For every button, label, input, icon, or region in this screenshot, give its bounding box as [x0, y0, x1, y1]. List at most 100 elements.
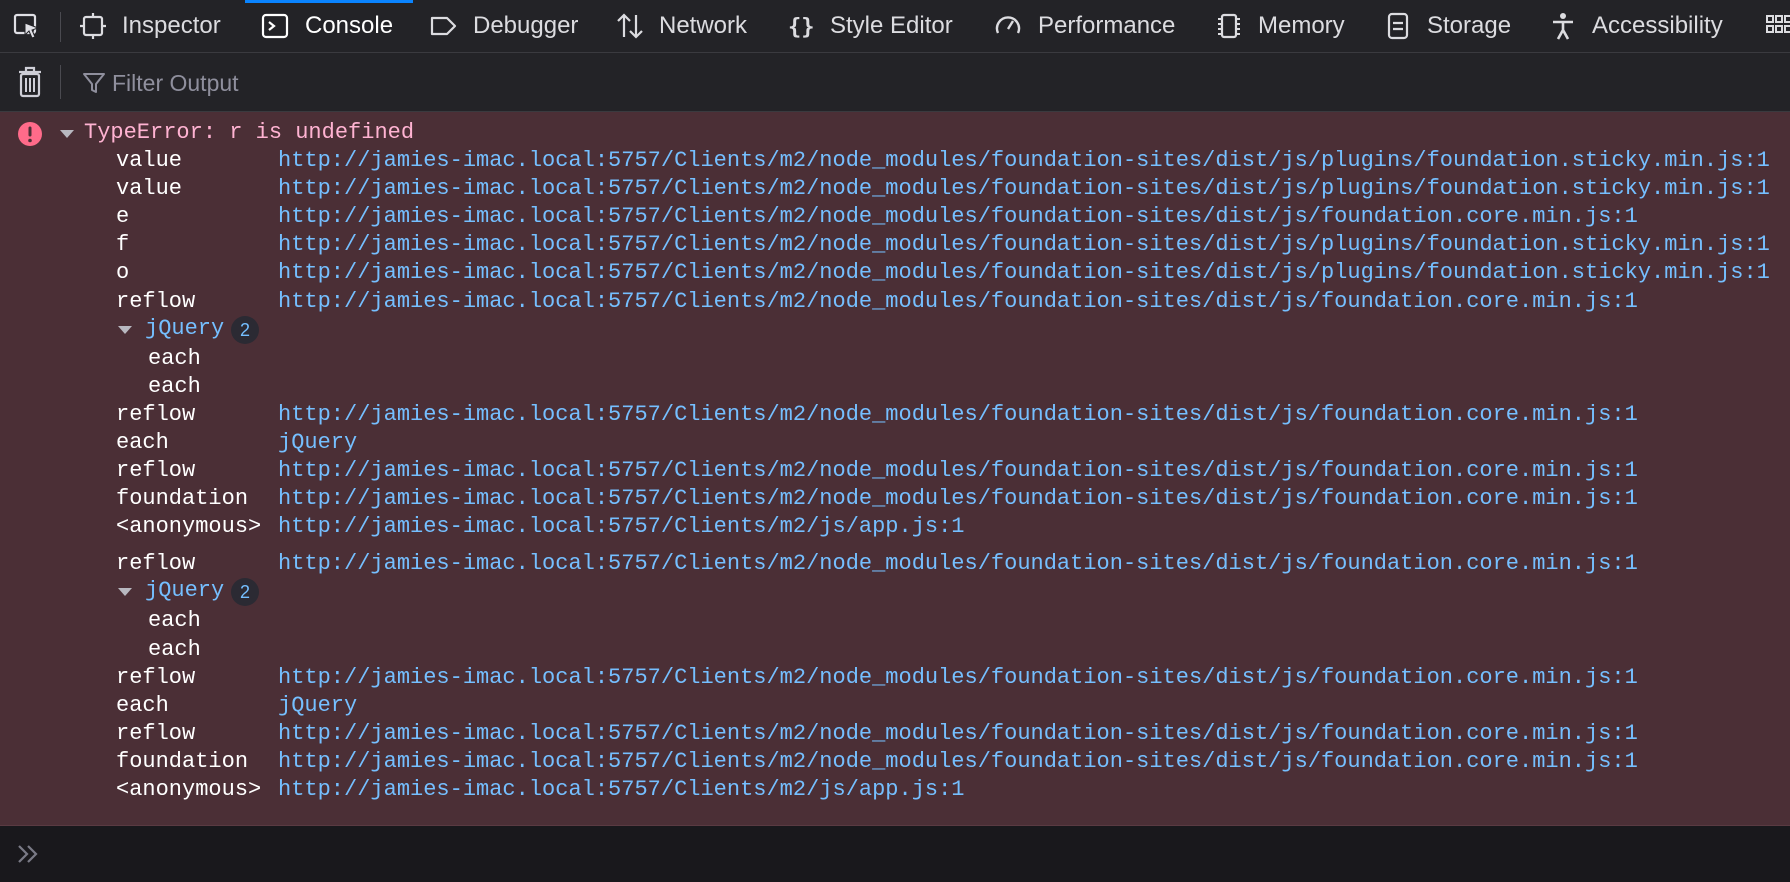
error-expand-toggle[interactable] — [60, 130, 74, 138]
more-tools-button[interactable] — [1760, 0, 1790, 52]
filter-output-input[interactable]: Filter Output — [80, 63, 680, 101]
debugger-icon — [428, 11, 458, 41]
frame-source-link[interactable]: http://jamies-imac.local:5757/Clients/m2… — [278, 749, 1638, 774]
stack-frame: each jQuery — [0, 693, 1790, 721]
frame-source-link[interactable]: http://jamies-imac.local:5757/Clients/m2… — [278, 551, 1638, 576]
accessibility-icon — [1548, 11, 1578, 41]
tab-label: Style Editor — [830, 12, 953, 39]
frame-function-name: reflow — [116, 664, 196, 690]
jquery-group-header[interactable]: jQuery 2 — [0, 315, 400, 344]
frame-source-link[interactable]: http://jamies-imac.local:5757/Clients/m2… — [278, 402, 1638, 427]
frame-function-name: reflow — [116, 401, 196, 427]
filter-separator — [60, 65, 61, 99]
console-input[interactable] — [0, 826, 1790, 882]
inspector-icon — [78, 11, 108, 41]
frame-source-link[interactable]: http://jamies-imac.local:5757/Clients/m2… — [278, 289, 1638, 314]
frame-source-link[interactable]: http://jamies-imac.local:5757/Clients/m2… — [278, 721, 1638, 746]
frame-source-link[interactable]: http://jamies-imac.local:5757/Clients/m2… — [278, 777, 965, 802]
group-frame: each — [0, 374, 400, 402]
tab-label: Performance — [1038, 12, 1176, 39]
frame-source-link[interactable]: http://jamies-imac.local:5757/Clients/m2… — [278, 148, 1770, 173]
error-icon — [17, 121, 43, 147]
tab-performance[interactable]: Performance — [993, 0, 1193, 52]
error-message: TypeError: r is undefined — [84, 120, 415, 145]
memory-chip-icon — [1214, 11, 1244, 41]
stack-frame: reflow http://jamies-imac.local:5757/Clie… — [0, 458, 1790, 486]
frame-function-name: value — [116, 176, 183, 202]
stack-frame: value http://jamies-imac.local:5757/Clien… — [0, 176, 1790, 204]
stack-frame: reflow http://jamies-imac.local:5757/Clie… — [0, 721, 1790, 749]
filter-placeholder: Filter Output — [112, 70, 239, 96]
frame-source-link[interactable]: http://jamies-imac.local:5757/Clients/m2… — [278, 260, 1770, 285]
tab-label: Console — [305, 12, 394, 39]
stack-frame: o http://jamies-imac.local:5757/Clients/m… — [0, 260, 1790, 288]
frame-source-link[interactable]: http://jamies-imac.local:5757/Clients/m2… — [278, 665, 1638, 690]
console-output: TypeError: r is undefined value http://ja… — [0, 112, 1790, 826]
group-frame-function: each — [148, 345, 201, 371]
tab-accessibility[interactable]: Accessibility — [1548, 0, 1738, 52]
group-frame: each — [0, 346, 400, 374]
grid-icon — [1764, 11, 1790, 41]
frame-function-name: reflow — [116, 288, 196, 314]
braces-icon: {} — [787, 11, 817, 41]
tab-inspector[interactable]: Inspector — [78, 0, 232, 52]
clear-console-button[interactable] — [14, 65, 46, 99]
stack-frame: reflow http://jamies-imac.local:5757/Clie… — [0, 289, 1790, 317]
frame-function-name: reflow — [116, 551, 196, 577]
tab-label: Storage — [1427, 12, 1512, 39]
tab-style-editor[interactable]: {} Style Editor — [787, 0, 967, 52]
stack-frame: reflow http://jamies-imac.local:5757/Clie… — [0, 665, 1790, 693]
network-icon — [615, 11, 645, 41]
console-icon — [260, 11, 290, 41]
frame-source-link[interactable]: jQuery — [278, 430, 357, 455]
group-label: jQuery — [145, 315, 225, 341]
frame-function-name: <anonymous> — [116, 777, 262, 802]
element-picker-icon — [12, 11, 42, 41]
frame-source-link[interactable]: http://jamies-imac.local:5757/Clients/m2… — [278, 486, 1638, 511]
frame-source-link[interactable]: http://jamies-imac.local:5757/Clients/m2… — [278, 176, 1770, 201]
frame-source-link[interactable]: jQuery — [278, 693, 357, 718]
toolbar-separator — [60, 12, 61, 42]
group-count-badge: 2 — [231, 315, 259, 344]
group-frame: each — [0, 608, 400, 636]
frame-function-name: f — [116, 232, 130, 258]
group-expand-toggle[interactable] — [118, 325, 132, 334]
console-filter-bar: Filter Output — [0, 53, 1790, 112]
frame-function-name: foundation — [116, 486, 249, 512]
tab-label: Memory — [1258, 12, 1345, 39]
stack-frame: <anonymous> http://jamies-imac.local:5757… — [0, 514, 1790, 542]
stack-frame: <anonymous> http://jamies-imac.local:5757… — [0, 777, 1790, 805]
group-frame-function: each — [148, 608, 201, 634]
svg-text:{}: {} — [788, 15, 815, 40]
tab-debugger[interactable]: Debugger — [428, 0, 593, 52]
frame-source-link[interactable]: http://jamies-imac.local:5757/Clients/m2… — [278, 458, 1638, 483]
frame-source-link[interactable]: http://jamies-imac.local:5757/Clients/m2… — [278, 232, 1770, 257]
stack-frame: each jQuery — [0, 430, 1790, 458]
jquery-group-header[interactable]: jQuery 2 — [0, 578, 400, 607]
stack-frame: f http://jamies-imac.local:5757/Clients/m… — [0, 232, 1790, 260]
tab-storage[interactable]: Storage — [1383, 0, 1523, 52]
stack-frame: reflow http://jamies-imac.local:5757/Clie… — [0, 402, 1790, 430]
tab-console[interactable]: Console — [245, 0, 413, 52]
frame-function-name: foundation — [116, 748, 249, 774]
group-frame-function: each — [148, 373, 201, 399]
stack-frame: reflow http://jamies-imac.local:5757/Clie… — [0, 551, 1790, 579]
tab-label: Inspector — [122, 12, 221, 39]
tab-network[interactable]: Network — [615, 0, 760, 52]
group-frame: each — [0, 637, 400, 665]
frame-source-link[interactable]: http://jamies-imac.local:5757/Clients/m2… — [278, 514, 965, 539]
frame-function-name: <anonymous> — [116, 514, 262, 540]
frame-function-name: reflow — [116, 458, 196, 483]
frame-function-name: o — [116, 260, 130, 286]
tab-memory[interactable]: Memory — [1214, 0, 1364, 52]
stack-frame: value http://jamies-imac.local:5757/Clien… — [0, 148, 1790, 176]
frame-source-link[interactable]: http://jamies-imac.local:5757/Clients/m2… — [278, 204, 1638, 229]
tab-label: Debugger — [473, 12, 579, 39]
group-expand-toggle[interactable] — [118, 588, 132, 597]
element-picker-button[interactable] — [10, 0, 46, 52]
trash-icon — [14, 65, 46, 99]
storage-icon — [1383, 11, 1413, 41]
group-frame-function: each — [148, 636, 201, 662]
group-count-badge: 2 — [231, 578, 259, 607]
tab-label: Accessibility — [1592, 12, 1723, 39]
